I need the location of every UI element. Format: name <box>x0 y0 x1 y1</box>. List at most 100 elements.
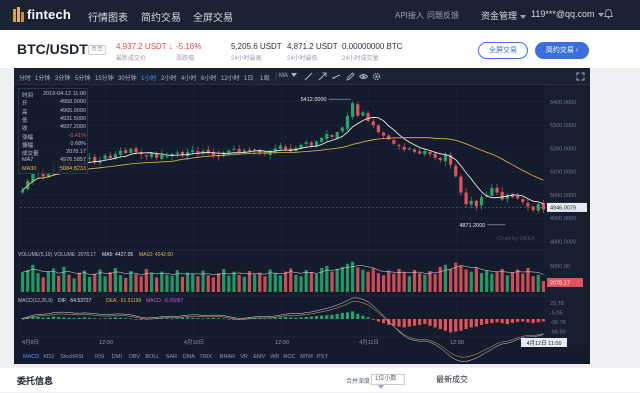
macd-bar <box>428 319 432 326</box>
volume-bar <box>180 276 185 292</box>
macd-bar <box>495 319 499 323</box>
indicator-tab[interactable]: PSY <box>317 354 328 360</box>
volume-bar <box>67 274 71 292</box>
volume-bar <box>536 274 540 292</box>
candle-body <box>392 140 396 144</box>
indicator-tab[interactable]: BRAR <box>220 354 235 360</box>
volume-bar <box>283 271 288 292</box>
candle-body <box>474 200 478 207</box>
indicator-tab[interactable]: StochRSI <box>60 354 83 360</box>
macd-bar <box>469 319 473 328</box>
interval-tab[interactable]: 2小时 <box>161 73 176 82</box>
high-24h: 5,205.6 USDT <box>231 42 282 51</box>
simple-trade-button[interactable]: 简约交易 › <box>535 42 589 59</box>
macd-label: MACD(12,26,9) <box>18 298 53 304</box>
gear-icon[interactable] <box>372 72 381 81</box>
info-value: 2019-04-12 11:00 <box>42 91 86 97</box>
indicator-tab[interactable]: DMI <box>112 354 122 360</box>
indicator-tab[interactable]: ROC <box>283 354 295 360</box>
fullscreen-trade-button[interactable]: 全屏交易 <box>478 42 528 59</box>
indicator-tab[interactable]: MACD <box>23 354 39 360</box>
macd-dea: DEA: -51.51199 <box>106 298 141 304</box>
macd-bar <box>397 319 401 327</box>
info-row: 收 4937.2000 <box>22 124 86 133</box>
line-tool-icon[interactable] <box>304 72 313 81</box>
indicator-tab[interactable]: TRIX <box>199 354 212 360</box>
volume-bar <box>155 277 159 292</box>
indicator-tab[interactable]: VR <box>240 354 248 360</box>
indicator-tab[interactable]: RSI <box>95 354 104 360</box>
depth-select[interactable]: 1位小数 <box>371 374 405 390</box>
macd-bar <box>485 319 489 325</box>
change-label: 涨跌幅 <box>176 56 195 62</box>
volume-bar <box>356 267 360 292</box>
ray-line-icon[interactable] <box>332 72 341 81</box>
macd-bar <box>185 317 190 319</box>
user-menu[interactable]: 119***@qq.com <box>531 9 604 19</box>
volume-bar <box>165 274 169 292</box>
indicator-tab[interactable]: WR <box>270 354 279 360</box>
interval-tab[interactable]: 6小时 <box>201 73 216 82</box>
indicator-tab[interactable]: KDJ <box>43 354 53 360</box>
chart-toolbar: MA 分时 1分钟 3分钟 5分钟 15分钟 30分钟 1小时 2小时 4小时 6小时 12小时 1日… <box>14 68 590 85</box>
interval-tab[interactable]: 5分钟 <box>75 73 90 82</box>
pencil-icon[interactable] <box>346 72 355 81</box>
volume-bar <box>526 267 530 292</box>
indicator-tab[interactable]: BOLL <box>145 354 159 360</box>
low-24h: 4,871.2 USDT <box>287 42 338 51</box>
arrow-line-icon[interactable] <box>318 72 327 81</box>
interval-tab[interactable]: 1分钟 <box>35 73 50 82</box>
volume-bar <box>438 266 442 292</box>
trading-pair[interactable]: BTC/USDT <box>17 41 88 57</box>
macd-value: MACD: -6.05057 <box>146 298 183 304</box>
high-24h-label: 24小时最高 <box>231 56 262 62</box>
nav-item-fullscreen-trade[interactable]: 全屏交易 <box>193 9 233 24</box>
interval-tab[interactable]: 1周 <box>260 73 269 82</box>
candle-body <box>103 155 107 159</box>
interval-tab[interactable]: 分时 <box>19 73 31 82</box>
info-key: 收 <box>22 126 28 133</box>
logo[interactable]: fintech <box>13 7 71 22</box>
indicator-tab[interactable]: OBV <box>129 354 141 360</box>
indicator-tab[interactable]: MTM <box>300 354 313 360</box>
macd-bar <box>500 319 504 324</box>
macd-bar <box>521 319 525 322</box>
fullscreen-icon[interactable] <box>576 72 585 81</box>
bell-icon[interactable] <box>604 9 613 19</box>
price-tick: 5100.0000 <box>550 170 576 176</box>
price-tick: 5200.0000 <box>550 146 576 152</box>
candle-body <box>454 165 458 177</box>
interval-tab[interactable]: 1小时 <box>141 73 156 82</box>
kline-chart-panel: 5400.0000 5300.0000 5200.0000 5100.0000 5000… <box>14 68 590 364</box>
volume-bar <box>495 272 499 292</box>
interval-tab[interactable]: 3分钟 <box>55 73 70 82</box>
interval-tab[interactable]: 15分钟 <box>95 73 114 82</box>
volume-bar <box>175 270 179 292</box>
nav-item-market-chart[interactable]: 行情图表 <box>88 9 128 24</box>
nav-api-link[interactable]: API接入 <box>395 10 424 21</box>
eye-icon[interactable] <box>359 72 368 81</box>
macd-bar <box>433 319 437 328</box>
interval-tab[interactable]: 1日 <box>244 73 253 82</box>
volume-bar <box>469 271 473 292</box>
candle-body <box>526 203 530 207</box>
indicator-tab[interactable]: DMA <box>183 354 195 360</box>
indicator-tab[interactable]: EMV <box>253 354 265 360</box>
ma-select[interactable]: MA <box>279 73 297 79</box>
interval-tab[interactable]: 12小时 <box>221 73 240 82</box>
macd-bar <box>62 317 66 319</box>
kline-chart[interactable]: 5400.0000 5300.0000 5200.0000 5100.0000 5000… <box>14 68 590 364</box>
interval-tab[interactable]: 4小时 <box>181 73 196 82</box>
time-tick: 12:00 <box>99 340 113 346</box>
indicator-tab[interactable]: SAR <box>166 354 177 360</box>
candle-body <box>351 103 355 118</box>
nav-item-simple-trade[interactable]: 简约交易 <box>141 9 181 24</box>
macd-bar <box>392 319 396 326</box>
asset-management-menu[interactable]: 资金管理 <box>481 9 527 22</box>
volume-bar <box>443 264 448 292</box>
volume-bar <box>521 273 525 292</box>
macd-bar <box>268 318 272 319</box>
nav-feedback-link[interactable]: 问题反馈 <box>427 10 459 21</box>
interval-tab[interactable]: 30分钟 <box>118 73 137 82</box>
top-navigation: fintech 行情图表 简约交易 全屏交易 API接入 问题反馈 资金管理 1… <box>0 0 640 30</box>
